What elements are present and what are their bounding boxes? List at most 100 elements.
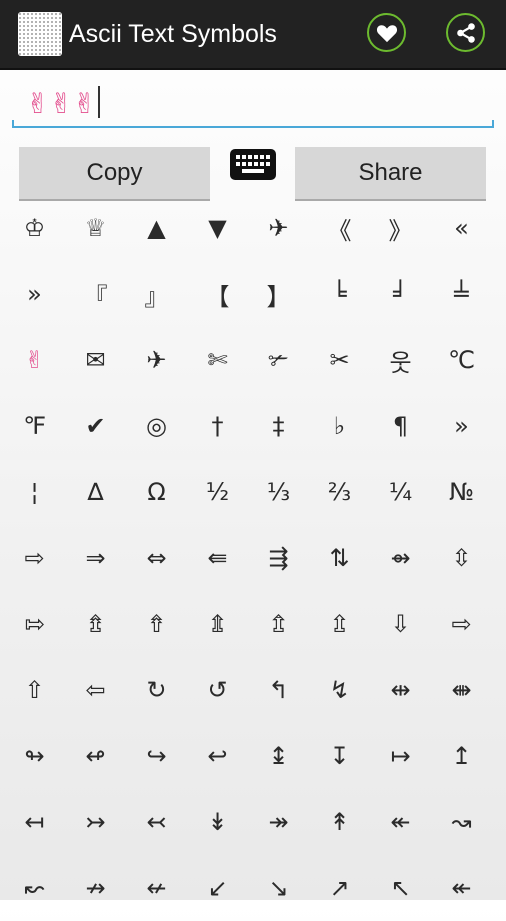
- symbol-cell[interactable]: ¦: [4, 459, 65, 525]
- symbol-cell[interactable]: ↣: [65, 789, 126, 855]
- symbol-cell[interactable]: Ω: [126, 459, 187, 525]
- symbol-cell[interactable]: ↞: [431, 855, 492, 921]
- symbol-cell[interactable]: ⇼: [431, 657, 492, 723]
- symbol-cell[interactable]: ↧: [309, 723, 370, 789]
- symbol-cell[interactable]: ╘: [309, 261, 370, 327]
- symbol-cell[interactable]: ✈: [126, 327, 187, 393]
- symbol-cell[interactable]: 웃: [370, 327, 431, 393]
- app-dot-grid-icon: [18, 12, 62, 56]
- symbol-cell[interactable]: ↙: [187, 855, 248, 921]
- symbol-cell[interactable]: ⇴: [370, 525, 431, 591]
- symbol-cell[interactable]: «: [431, 195, 492, 261]
- symbol-cell[interactable]: ⇅: [309, 525, 370, 591]
- symbol-cell[interactable]: ✈: [248, 195, 309, 261]
- symbol-cell[interactable]: ♔: [4, 195, 65, 261]
- symbol-cell[interactable]: ↡: [187, 789, 248, 855]
- symbol-cell[interactable]: ✃: [248, 327, 309, 393]
- symbol-cell[interactable]: ⇭: [187, 591, 248, 657]
- symbol-cell[interactable]: ⅓: [248, 459, 309, 525]
- symbol-cell[interactable]: ℃: [431, 327, 492, 393]
- input-value: ✌✌✌: [26, 87, 97, 120]
- symbol-cell[interactable]: ✔: [65, 393, 126, 459]
- symbol-cell[interactable]: ½: [187, 459, 248, 525]
- symbol-cell[interactable]: ⇫: [309, 591, 370, 657]
- symbol-cell[interactable]: ∆: [65, 459, 126, 525]
- symbol-cell[interactable]: ↤: [4, 789, 65, 855]
- symbol-cell[interactable]: ⇚: [187, 525, 248, 591]
- keyboard-icon[interactable]: [230, 149, 276, 180]
- symbol-cell[interactable]: †: [187, 393, 248, 459]
- symbol-cell[interactable]: ⇨: [4, 525, 65, 591]
- symbol-cell[interactable]: ✄: [187, 327, 248, 393]
- share-text-button[interactable]: Share: [295, 147, 486, 201]
- symbol-cell[interactable]: ⇮: [126, 591, 187, 657]
- symbol-cell[interactable]: ⇧: [4, 657, 65, 723]
- favorite-button[interactable]: [367, 13, 406, 52]
- symbol-cell[interactable]: ↗: [309, 855, 370, 921]
- symbol-cell[interactable]: »: [431, 393, 492, 459]
- symbol-cell[interactable]: ↦: [370, 723, 431, 789]
- symbol-cell[interactable]: ╧: [431, 261, 492, 327]
- symbol-cell[interactable]: ⇳: [431, 525, 492, 591]
- symbol-cell[interactable]: ↘: [248, 855, 309, 921]
- symbol-cell[interactable]: ↢: [126, 789, 187, 855]
- symbol-cell[interactable]: ♕: [65, 195, 126, 261]
- symbol-cell[interactable]: ↥: [431, 723, 492, 789]
- symbol-cell[interactable]: ↞: [370, 789, 431, 855]
- symbol-cell[interactable]: 【: [187, 261, 248, 327]
- symbol-cell[interactable]: ⇯: [65, 591, 126, 657]
- symbol-cell[interactable]: ↺: [187, 657, 248, 723]
- symbol-cell[interactable]: ↯: [309, 657, 370, 723]
- symbol-cell[interactable]: 》: [370, 195, 431, 261]
- symbol-text-input[interactable]: ✌✌✌: [12, 82, 494, 128]
- symbol-cell[interactable]: ⇰: [4, 591, 65, 657]
- symbol-cell[interactable]: ⇔: [126, 525, 187, 591]
- symbol-cell[interactable]: ⇶: [248, 525, 309, 591]
- share-nodes-icon: [456, 22, 475, 43]
- symbol-cell[interactable]: 『: [65, 261, 126, 327]
- symbol-cell[interactable]: ¶: [370, 393, 431, 459]
- symbol-cell[interactable]: ↖: [370, 855, 431, 921]
- input-underline-left: [12, 120, 14, 128]
- symbol-cell[interactable]: ↬: [4, 723, 65, 789]
- symbol-cell[interactable]: ⇹: [370, 657, 431, 723]
- app-title: Ascii Text Symbols: [69, 20, 277, 48]
- symbol-cell[interactable]: ╛: [370, 261, 431, 327]
- symbol-cell[interactable]: ¼: [370, 459, 431, 525]
- symbol-cell[interactable]: ⇬: [248, 591, 309, 657]
- symbol-cell[interactable]: ✉: [65, 327, 126, 393]
- symbol-cell[interactable]: №: [431, 459, 492, 525]
- keyboard-keys-graphic: [236, 155, 270, 173]
- symbol-cell[interactable]: ⇩: [370, 591, 431, 657]
- copy-button[interactable]: Copy: [19, 147, 210, 201]
- symbol-cell[interactable]: ↚: [126, 855, 187, 921]
- symbol-cell[interactable]: ⇨: [431, 591, 492, 657]
- symbol-cell[interactable]: ↜: [4, 855, 65, 921]
- symbol-cell[interactable]: 』: [126, 261, 187, 327]
- symbol-cell[interactable]: 】: [248, 261, 309, 327]
- symbol-cell[interactable]: ♭: [309, 393, 370, 459]
- symbol-cell[interactable]: ↪: [126, 723, 187, 789]
- symbol-cell[interactable]: ✌: [4, 327, 65, 393]
- symbol-cell[interactable]: ↠: [248, 789, 309, 855]
- symbol-cell[interactable]: ↻: [126, 657, 187, 723]
- symbol-cell[interactable]: ℉: [4, 393, 65, 459]
- symbol-cell[interactable]: ↰: [248, 657, 309, 723]
- symbol-cell[interactable]: 《: [309, 195, 370, 261]
- symbol-cell[interactable]: ▲: [126, 195, 187, 261]
- symbol-cell[interactable]: ‡: [248, 393, 309, 459]
- symbol-cell[interactable]: ⇒: [65, 525, 126, 591]
- symbol-cell[interactable]: ↟: [309, 789, 370, 855]
- symbol-cell[interactable]: »: [4, 261, 65, 327]
- symbol-cell[interactable]: ◎: [126, 393, 187, 459]
- symbol-cell[interactable]: ↩: [187, 723, 248, 789]
- symbol-cell[interactable]: ✂: [309, 327, 370, 393]
- symbol-cell[interactable]: ↝: [431, 789, 492, 855]
- symbol-cell[interactable]: ↫: [65, 723, 126, 789]
- symbol-cell[interactable]: ⇦: [65, 657, 126, 723]
- symbol-cell[interactable]: ↛: [65, 855, 126, 921]
- symbol-cell[interactable]: ↨: [248, 723, 309, 789]
- share-button[interactable]: [446, 13, 485, 52]
- symbol-cell[interactable]: ⅔: [309, 459, 370, 525]
- symbol-cell[interactable]: ▼: [187, 195, 248, 261]
